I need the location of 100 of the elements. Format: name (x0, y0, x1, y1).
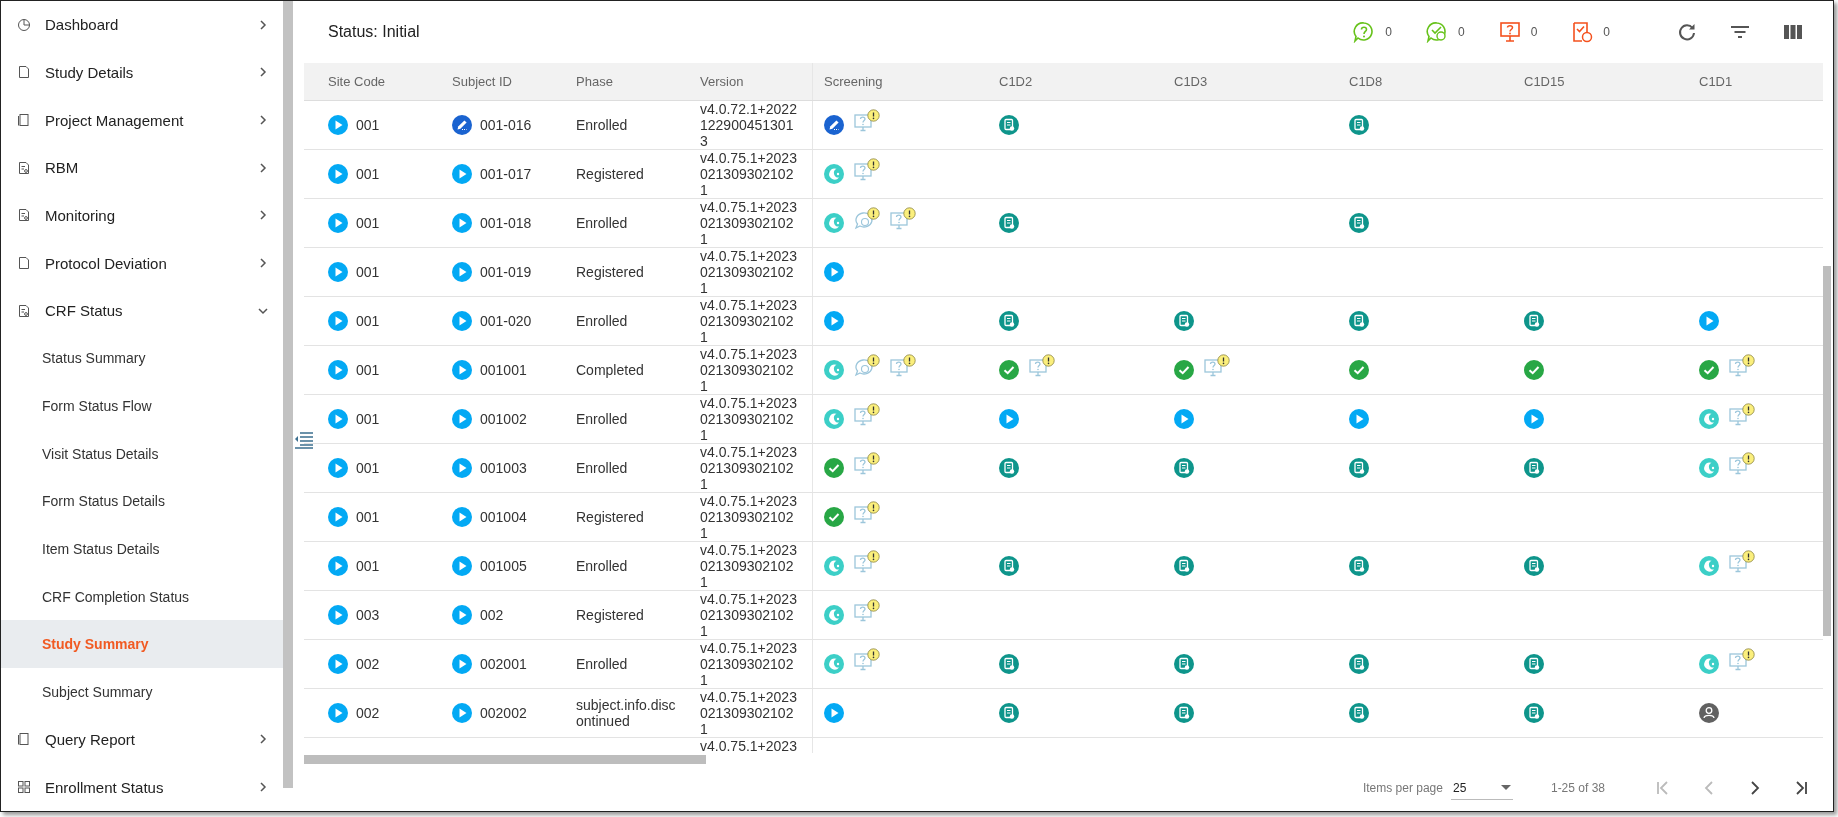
play-icon[interactable] (328, 409, 348, 429)
document-icon[interactable] (999, 556, 1019, 576)
play-icon[interactable] (328, 556, 348, 576)
pencil-icon[interactable] (452, 115, 472, 135)
play-icon[interactable] (452, 507, 472, 527)
sidebar-subitem[interactable]: Subject Summary (1, 667, 283, 716)
document-icon[interactable] (1349, 458, 1369, 478)
play-icon[interactable] (328, 311, 348, 331)
play-icon[interactable] (452, 654, 472, 674)
document-icon[interactable] (1174, 458, 1194, 478)
sidebar-item[interactable]: Dashboard (1, 1, 283, 49)
column-header[interactable]: Phase (552, 63, 676, 100)
play-icon[interactable] (328, 360, 348, 380)
monitor-alert-icon[interactable] (854, 501, 880, 525)
sidebar-item[interactable]: Enrollment Status (1, 763, 283, 811)
document-icon[interactable] (1174, 311, 1194, 331)
check-icon[interactable] (1349, 360, 1369, 380)
document-icon[interactable] (1349, 654, 1369, 674)
play-icon[interactable] (452, 409, 472, 429)
refresh-icon[interactable] (1677, 22, 1697, 42)
sidebar-subitem[interactable]: Status Summary (1, 334, 283, 383)
sidebar-item[interactable]: Project Management (1, 96, 283, 144)
question-bubble-icon[interactable] (1353, 21, 1376, 43)
half-circle-icon[interactable] (824, 409, 844, 429)
play-icon[interactable] (824, 262, 844, 282)
half-circle-icon[interactable] (1699, 556, 1719, 576)
column-header[interactable]: C1D15 (1513, 63, 1688, 100)
play-icon[interactable] (328, 654, 348, 674)
document-icon[interactable] (999, 115, 1019, 135)
half-circle-icon[interactable] (824, 605, 844, 625)
document-icon[interactable] (999, 703, 1019, 723)
check-icon[interactable] (1174, 360, 1194, 380)
document-icon[interactable] (999, 458, 1019, 478)
half-circle-icon[interactable] (824, 360, 844, 380)
document-icon[interactable] (1349, 556, 1369, 576)
pencil-icon[interactable] (824, 115, 844, 135)
play-icon[interactable] (999, 409, 1019, 429)
column-header[interactable]: Subject ID (428, 63, 552, 100)
column-header[interactable]: Screening (813, 63, 988, 100)
play-icon[interactable] (1524, 409, 1544, 429)
play-icon[interactable] (328, 605, 348, 625)
play-icon[interactable] (328, 213, 348, 233)
play-icon[interactable] (328, 164, 348, 184)
play-icon[interactable] (452, 605, 472, 625)
half-circle-icon[interactable] (824, 164, 844, 184)
play-icon[interactable] (328, 703, 348, 723)
document-icon[interactable] (999, 213, 1019, 233)
column-header[interactable]: C1D1 (1688, 63, 1823, 100)
document-icon[interactable] (1349, 213, 1369, 233)
page-size-select[interactable]: 25 (1450, 776, 1513, 800)
speech-bubble-alert-icon[interactable] (854, 354, 880, 378)
document-icon[interactable] (999, 311, 1019, 331)
play-icon[interactable] (1349, 409, 1369, 429)
check-icon[interactable] (999, 360, 1019, 380)
half-circle-icon[interactable] (824, 556, 844, 576)
monitor-alert-icon[interactable] (854, 648, 880, 672)
sidebar-subitem[interactable]: CRF Completion Status (1, 572, 283, 621)
play-icon[interactable] (328, 115, 348, 135)
sidebar-subitem[interactable]: Form Status Flow (1, 382, 283, 430)
play-icon[interactable] (452, 458, 472, 478)
sidebar-item[interactable]: RBM (1, 143, 283, 192)
document-icon[interactable] (1524, 703, 1544, 723)
play-icon[interactable] (452, 360, 472, 380)
scrollbar-thumb[interactable] (283, 1, 293, 788)
play-icon[interactable] (452, 213, 472, 233)
sidebar-item[interactable]: Query Report (1, 715, 283, 764)
document-icon[interactable] (1349, 703, 1369, 723)
document-check-icon[interactable] (1571, 21, 1594, 43)
half-circle-icon[interactable] (1699, 409, 1719, 429)
document-icon[interactable] (1349, 311, 1369, 331)
column-header[interactable]: Site Code (304, 63, 428, 100)
monitor-alert-icon[interactable] (854, 109, 880, 133)
sidebar-item[interactable]: Monitoring (1, 191, 283, 240)
document-icon[interactable] (999, 654, 1019, 674)
play-icon[interactable] (1699, 311, 1719, 331)
speech-bubble-alert-icon[interactable] (854, 207, 880, 231)
play-icon[interactable] (452, 556, 472, 576)
monitor-alert-icon[interactable] (854, 158, 880, 182)
play-icon[interactable] (1174, 409, 1194, 429)
sidebar-item[interactable]: Protocol Deviation (1, 239, 283, 287)
document-icon[interactable] (1174, 556, 1194, 576)
document-icon[interactable] (1174, 654, 1194, 674)
document-icon[interactable] (1524, 556, 1544, 576)
sidebar-subitem[interactable]: Form Status Details (1, 477, 283, 526)
sidebar-item[interactable]: Study Details (1, 48, 283, 97)
document-icon[interactable] (1524, 654, 1544, 674)
monitor-alert-icon[interactable] (854, 403, 880, 427)
monitor-alert-icon[interactable] (1204, 354, 1230, 378)
document-icon[interactable] (1349, 115, 1369, 135)
play-icon[interactable] (452, 311, 472, 331)
collapse-sidebar-icon[interactable] (294, 431, 314, 449)
play-icon[interactable] (328, 262, 348, 282)
sidebar-item[interactable]: CRF Status (1, 286, 283, 335)
play-icon[interactable] (328, 458, 348, 478)
document-icon[interactable] (1524, 311, 1544, 331)
column-header[interactable]: C1D8 (1338, 63, 1513, 100)
document-icon[interactable] (1174, 703, 1194, 723)
check-bubble-icon[interactable] (1425, 21, 1448, 43)
sidebar-subitem[interactable]: Item Status Details (1, 525, 283, 573)
play-icon[interactable] (452, 164, 472, 184)
